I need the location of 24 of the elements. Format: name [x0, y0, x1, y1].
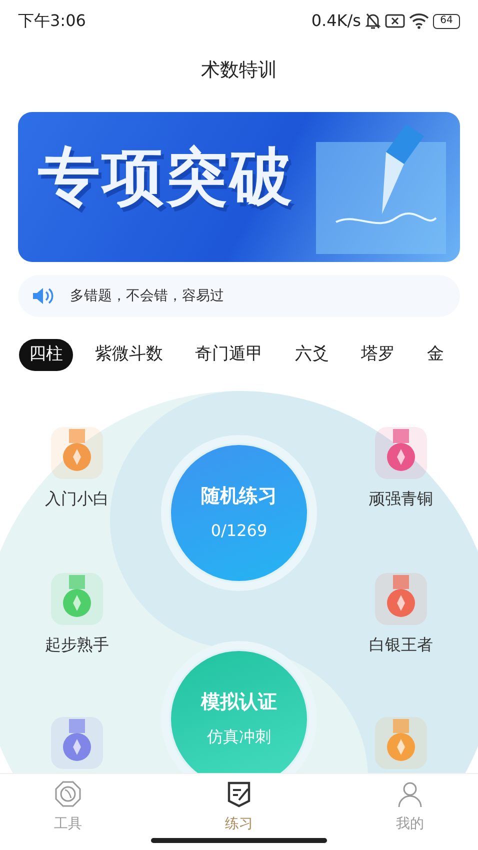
category-tab[interactable]: 六爻 [285, 339, 339, 370]
medal-label: 起步熟手 [45, 634, 109, 654]
category-tab[interactable]: 塔罗 [351, 339, 405, 370]
edit-note-icon [225, 780, 253, 808]
medal-label: 入门小白 [45, 488, 109, 508]
category-tab[interactable]: 紫微斗数 [85, 339, 173, 370]
octagon-icon [54, 780, 82, 808]
status-time: 下午3:06 [18, 10, 86, 32]
banner-card[interactable]: 专项突破 [18, 112, 460, 262]
page-title: 术数特训 [200, 58, 278, 83]
muted-bell-icon [365, 12, 381, 30]
category-tab[interactable]: 奇门遁甲 [185, 339, 273, 370]
category-tab[interactable]: 四柱 [19, 339, 73, 370]
sim-off-icon [385, 13, 405, 29]
wifi-icon [409, 13, 429, 29]
speaker-icon [32, 287, 54, 305]
medal-label: 白银王者 [369, 634, 433, 654]
network-speed: 0.4K/s [311, 10, 361, 32]
category-tab[interactable]: 金 [417, 339, 454, 370]
notice-text: 多错题，不会错，容易过 [70, 286, 224, 306]
banner-title: 专项突破 [37, 139, 294, 215]
battery-indicator: 64 [433, 14, 460, 28]
medal-label: 顽强青铜 [369, 488, 433, 508]
person-icon [396, 780, 424, 808]
